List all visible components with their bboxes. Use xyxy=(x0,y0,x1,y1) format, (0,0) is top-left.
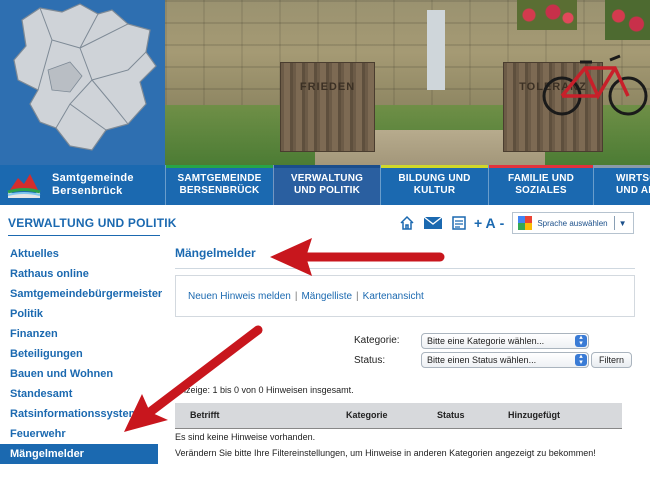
page-title: Mängelmelder xyxy=(175,246,256,260)
select-stepper-icon: ▴ ▾ xyxy=(575,353,587,366)
table-divider xyxy=(175,428,622,429)
tab-label-line1: VERWALTUNG xyxy=(290,173,364,184)
empty-hint: Verändern Sie bitte Ihre Filtereinstellu… xyxy=(175,448,596,458)
sidebar-item-bauen-und-wohnen[interactable]: Bauen und Wohnen xyxy=(0,364,162,384)
home-icon[interactable] xyxy=(396,212,418,234)
flower-box-right xyxy=(605,0,650,40)
status-select[interactable]: Bitte einen Status wählen... ▴ ▾ xyxy=(421,352,589,368)
empty-message: Es sind keine Hinweise vorhanden. xyxy=(175,432,316,442)
tab-label-line2: SOZIALES xyxy=(515,185,567,196)
tab-verwaltung-und-politik[interactable]: VERWALTUNG UND POLITIK xyxy=(273,165,380,205)
tab-label-line2: BERSENBRÜCK xyxy=(179,185,260,196)
tab-samtgemeinde-bersenbrueck[interactable]: SAMTGEMEINDE BERSENBRÜCK xyxy=(165,165,273,205)
brand-line-1: Samtgemeinde xyxy=(52,172,134,184)
sidebar-item-beteiligungen[interactable]: Beteiligungen xyxy=(0,344,162,364)
tab-label-line2: UND AI xyxy=(616,185,650,196)
column-header-kategorie[interactable]: Kategorie xyxy=(346,403,388,428)
samtgemeinde-logo-icon xyxy=(7,174,41,198)
link-separator: | xyxy=(356,290,359,302)
sidebar-item-standesamt[interactable]: Standesamt xyxy=(0,384,162,404)
tab-label-line1: BILDUNG UND xyxy=(398,173,471,184)
sidebar-item-ratsinformationssystem[interactable]: Ratsinformationssystem xyxy=(0,404,162,424)
status-label: Status: xyxy=(354,355,386,366)
title-divider xyxy=(175,268,635,269)
dropdown-arrow-icon: ▼ xyxy=(618,218,627,228)
municipality-map[interactable] xyxy=(0,0,165,165)
new-report-link[interactable]: Neuen Hinweis melden xyxy=(188,291,291,302)
site-brand-name: Samtgemeinde Bersenbrück xyxy=(52,172,134,198)
sidebar-item-finanzen[interactable]: Finanzen xyxy=(0,324,162,344)
bicycle-icon xyxy=(542,54,648,116)
page-toolbar: + A - Sprache auswählen ▼ xyxy=(396,210,635,236)
crate-inscription-left: FRIEDEN xyxy=(299,81,356,93)
column-header-betrifft[interactable]: Betrifft xyxy=(190,403,220,428)
sidebar-item-aktuelles[interactable]: Aktuelles xyxy=(0,244,162,264)
tab-wirtschaft[interactable]: WIRTSC UND AI xyxy=(593,165,650,205)
wooden-block-left: FRIEDEN xyxy=(280,62,375,152)
language-divider xyxy=(613,216,615,230)
site-logo[interactable]: Samtgemeinde Bersenbrück xyxy=(0,165,165,205)
sidebar-item-rathaus-online[interactable]: Rathaus online xyxy=(0,264,162,284)
filter-button[interactable]: Filtern xyxy=(591,352,632,368)
map-icon xyxy=(13,3,157,151)
font-size-decrease-button[interactable]: - xyxy=(500,215,505,231)
select-stepper-icon: ▴ ▾ xyxy=(575,334,587,347)
status-select-value: Bitte einen Status wählen... xyxy=(427,355,537,365)
section-underline xyxy=(8,235,160,236)
result-count: Anzeige: 1 bis 0 von 0 Hinweisen insgesa… xyxy=(175,385,354,395)
google-translate-icon xyxy=(518,216,533,230)
tab-label-line1: SAMTGEMEINDE xyxy=(177,173,262,184)
door-frame xyxy=(427,10,445,90)
column-header-hinzugefuegt[interactable]: Hinzugefügt xyxy=(508,403,560,428)
sidebar-item-politik[interactable]: Politik xyxy=(0,304,162,324)
section-title: VERWALTUNG UND POLITIK xyxy=(8,216,177,230)
brand-line-2: Bersenbrück xyxy=(52,185,123,197)
table-header: Betrifft Kategorie Status Hinzugefügt xyxy=(175,403,622,428)
flower-box xyxy=(517,0,577,30)
mail-icon[interactable] xyxy=(422,212,444,234)
sidebar-item-samtgemeindebuergermeister[interactable]: Samtgemeindebürgermeister xyxy=(0,284,162,304)
tab-bildung-und-kultur[interactable]: BILDUNG UND KULTUR xyxy=(380,165,488,205)
print-icon[interactable] xyxy=(448,212,470,234)
tab-label-line1: FAMILIE UND xyxy=(507,173,575,184)
tab-label-line2: UND POLITIK xyxy=(293,185,361,196)
map-view-link[interactable]: Kartenansicht xyxy=(363,291,424,302)
link-separator: | xyxy=(294,290,298,302)
header-photo: FRIEDEN TOLERANZ xyxy=(165,0,650,165)
language-selector[interactable]: Sprache auswählen ▼ xyxy=(512,212,635,234)
category-label: Kategorie: xyxy=(354,335,400,346)
sidebar-navigation: Aktuelles Rathaus online Samtgemeindebür… xyxy=(0,244,162,464)
maengelmelder-links: Neuen Hinweis melden | Mängelliste | Kar… xyxy=(175,275,635,317)
sidebar-item-maengelmelder[interactable]: Mängelmelder xyxy=(0,444,158,464)
category-select[interactable]: Bitte eine Kategorie wählen... ▴ ▾ xyxy=(421,333,589,349)
tab-label-line2: KULTUR xyxy=(413,185,456,196)
category-select-value: Bitte eine Kategorie wählen... xyxy=(427,336,545,346)
column-header-status[interactable]: Status xyxy=(437,403,465,428)
tab-label-line1: WIRTSC xyxy=(616,173,650,184)
font-size-increase-button[interactable]: + A xyxy=(474,215,496,231)
language-selector-label: Sprache auswählen xyxy=(537,218,608,228)
tab-familie-und-soziales[interactable]: FAMILIE UND SOZIALES xyxy=(488,165,593,205)
sidebar-item-feuerwehr[interactable]: Feuerwehr xyxy=(0,424,162,444)
main-navigation: Samtgemeinde Bersenbrück SAMTGEMEINDE BE… xyxy=(0,165,650,205)
header-banner: FRIEDEN TOLERANZ xyxy=(0,0,650,165)
arrow-to-page-title xyxy=(270,238,445,276)
defect-list-link[interactable]: Mängelliste xyxy=(301,291,352,302)
